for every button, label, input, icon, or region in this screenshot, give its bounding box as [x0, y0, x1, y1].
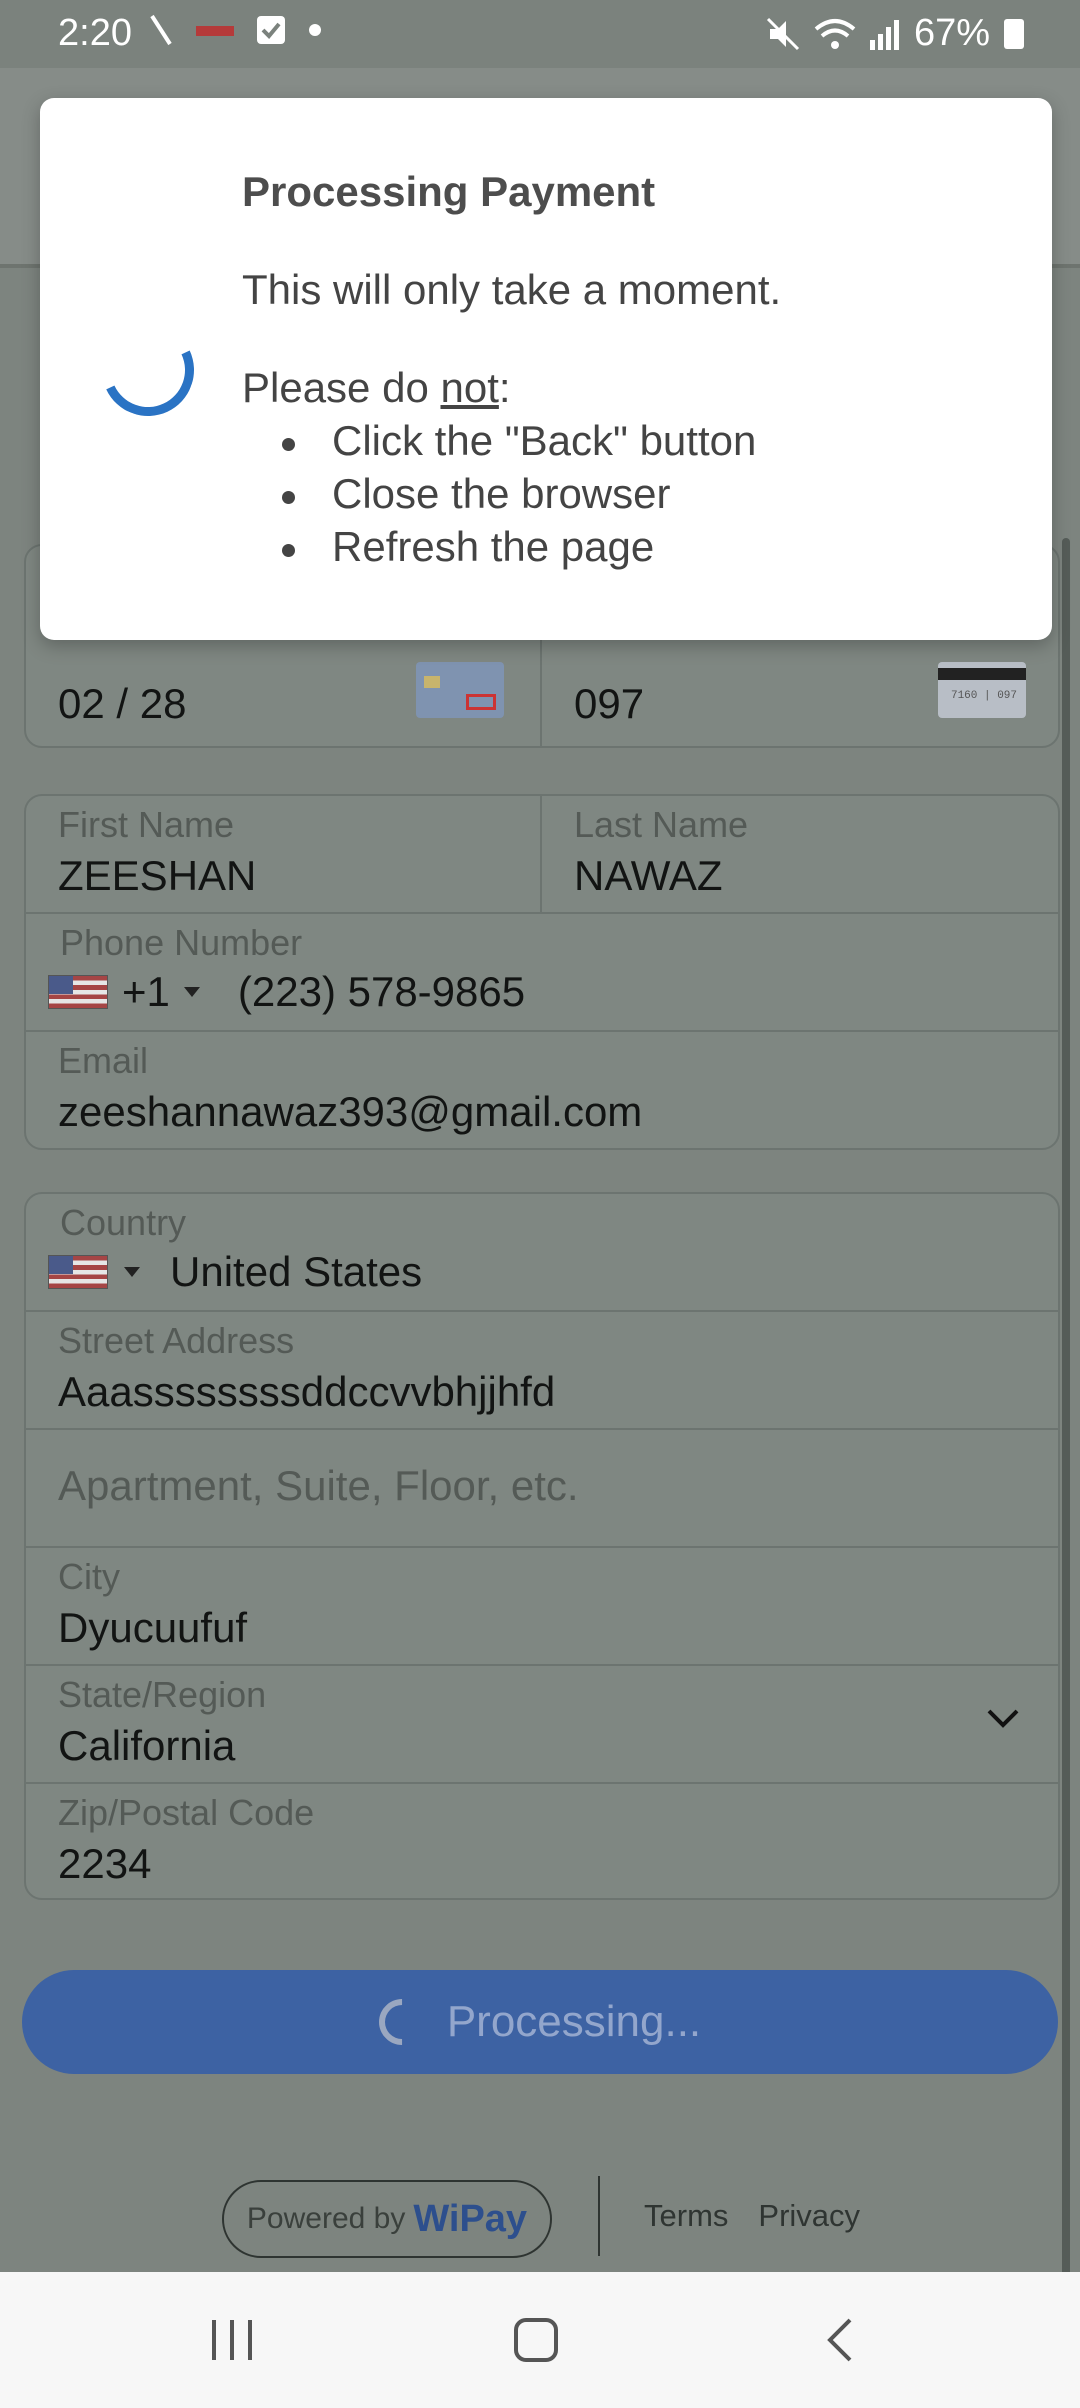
email-label: Email [58, 1040, 149, 1081]
dialog-warning: Please do not: [242, 364, 511, 411]
signal-icon [869, 19, 899, 50]
zip-label: Zip/Postal Code [58, 1792, 315, 1833]
country-label: Country [60, 1202, 187, 1243]
dial-code[interactable]: +1 [122, 968, 170, 1016]
phone-field[interactable]: Phone Number +1 (223) 578-9865 [26, 914, 1058, 1032]
terms-link[interactable]: Terms [644, 2198, 728, 2234]
last-name-value: NAWAZ [574, 852, 723, 899]
recent-apps-icon[interactable] [208, 2316, 258, 2364]
status-bar: 2:20 67% [0, 0, 1080, 68]
chevron-down-icon[interactable] [183, 987, 200, 997]
mute-icon [766, 17, 799, 50]
loading-spinner-icon [89, 311, 207, 429]
phone-value: (223) 578-9865 [237, 968, 526, 1015]
processing-dialog: Processing Payment This will only take a… [40, 98, 1052, 640]
country-value: United States [170, 1248, 423, 1295]
street-address-value: Aaassssssssddccvvbhjjhfd [58, 1368, 556, 1415]
state-select[interactable]: State/Region California [26, 1666, 1058, 1784]
expiry-value: 02 / 28 [58, 680, 187, 727]
dialog-title: Processing Payment [242, 168, 656, 215]
route-app-icon [196, 26, 234, 36]
apartment-field[interactable]: Apartment, Suite, Floor, etc. [26, 1430, 1058, 1548]
card-front-icon [416, 662, 504, 718]
street-address-field[interactable]: Street Address Aaassssssssddccvvbhjjhfd [26, 1312, 1058, 1430]
dialog-message: This will only take a moment. [242, 266, 782, 313]
city-value: Dyucuufuf [58, 1604, 248, 1651]
state-value: California [58, 1722, 236, 1769]
city-field[interactable]: City Dyucuufuf [26, 1548, 1058, 1666]
system-nav-bar [0, 2272, 1080, 2408]
wifi-icon [814, 18, 856, 49]
pay-button-label: Processing... [446, 1997, 702, 2046]
email-value: zeeshannawaz393@gmail.com [58, 1088, 643, 1135]
email-field[interactable]: Email zeeshannawaz393@gmail.com [26, 1032, 1058, 1148]
home-icon[interactable] [512, 2316, 560, 2364]
first-name-value: ZEESHAN [58, 852, 257, 899]
last-name-label: Last Name [574, 804, 749, 845]
list-item: Refresh the page [282, 520, 756, 573]
expiry-field[interactable]: 02 / 28 [26, 638, 540, 746]
cvc-field[interactable]: 097 7160 | 097 [542, 638, 1058, 746]
zip-value: 2234 [58, 1840, 152, 1887]
dialog-warning-list: Click the "Back" button Close the browse… [282, 414, 756, 573]
loading-spinner-icon [369, 1989, 435, 2055]
contact-group: First Name ZEESHAN Last Name NAWAZ Phone… [24, 794, 1060, 1150]
apartment-placeholder: Apartment, Suite, Floor, etc. [58, 1462, 579, 1509]
pen-icon [150, 14, 172, 46]
card-back-icon: 7160 | 097 [938, 662, 1026, 718]
zip-field[interactable]: Zip/Postal Code 2234 [26, 1784, 1058, 1898]
us-flag-icon [48, 975, 108, 1009]
status-time: 2:20 [58, 12, 132, 54]
list-item: Click the "Back" button [282, 414, 756, 467]
chevron-down-icon[interactable] [986, 1708, 1020, 1730]
last-name-field[interactable]: Last Name NAWAZ [542, 796, 1058, 912]
dot-icon [309, 24, 321, 36]
cvc-value: 097 [574, 680, 645, 727]
pay-button[interactable]: Processing... [22, 1970, 1058, 2074]
back-icon[interactable] [820, 2316, 860, 2364]
country-field[interactable]: Country United States [26, 1194, 1058, 1312]
state-label: State/Region [58, 1674, 267, 1715]
chevron-down-icon[interactable] [124, 1267, 140, 1277]
wipay-logo: WiPay [413, 2197, 528, 2240]
us-flag-icon [48, 1255, 108, 1289]
notification-icons [148, 14, 322, 46]
street-address-label: Street Address [58, 1320, 295, 1361]
powered-by-text: Powered by [246, 2202, 406, 2235]
battery-percent: 67% [913, 12, 990, 54]
footer: Powered by WiPay Terms Privacy [0, 2172, 1080, 2262]
address-group: Country United States Street Address Aaa… [24, 1192, 1060, 1900]
checkbox-icon [257, 16, 285, 44]
phone-label: Phone Number [60, 922, 303, 963]
powered-by-badge[interactable]: Powered by WiPay [222, 2180, 552, 2258]
scrollbar[interactable] [1062, 538, 1070, 2334]
privacy-link[interactable]: Privacy [758, 2198, 860, 2234]
city-label: City [58, 1556, 120, 1597]
first-name-label: First Name [58, 804, 235, 845]
battery-icon [1004, 18, 1024, 49]
first-name-field[interactable]: First Name ZEESHAN [26, 796, 540, 912]
list-item: Close the browser [282, 467, 756, 520]
status-right: 67% [766, 12, 1024, 55]
